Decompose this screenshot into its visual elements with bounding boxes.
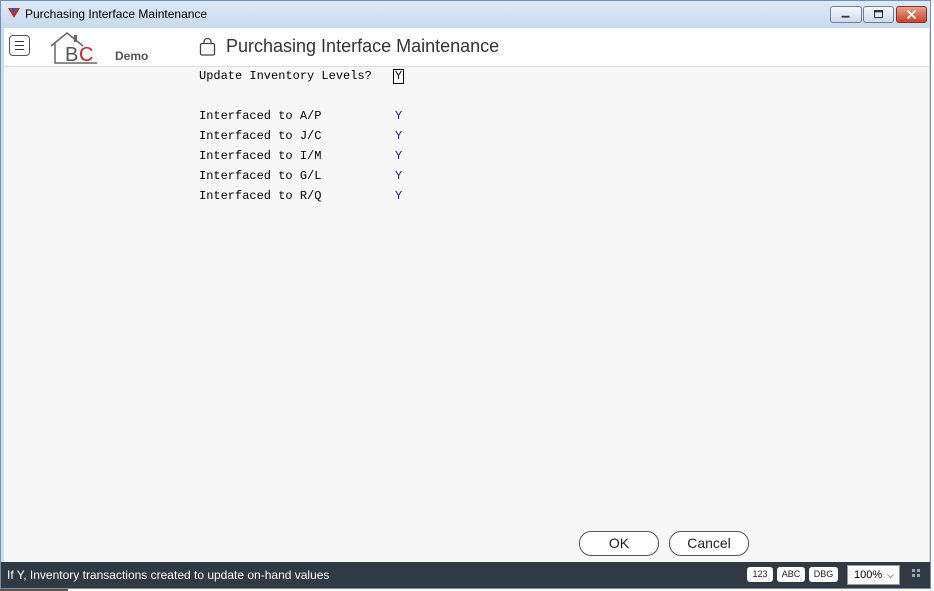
company-logo: B C <box>50 32 97 64</box>
menu-button[interactable] <box>9 35 30 56</box>
minimize-icon <box>841 15 850 18</box>
interface-label-im: Interfaced to I/M <box>199 149 322 163</box>
interface-label-rq: Interfaced to R/Q <box>199 189 322 203</box>
numeric-mode-chip[interactable]: 123 <box>747 567 773 582</box>
alpha-mode-chip[interactable]: ABC <box>777 567 805 582</box>
zoom-value: 100% <box>854 569 883 581</box>
cancel-button[interactable]: Cancel <box>669 531 749 556</box>
logo-subtitle: Demo <box>115 49 149 63</box>
interface-value-gl[interactable]: Y <box>395 169 402 183</box>
maximize-button[interactable] <box>863 6 894 23</box>
interface-value-ap[interactable]: Y <box>395 109 402 123</box>
interface-label-gl: Interfaced to G/L <box>199 169 322 183</box>
app-logo-icon <box>8 8 20 18</box>
svg-text:C: C <box>79 44 93 64</box>
status-message: If Y, Inventory transactions created to … <box>7 568 330 582</box>
close-icon <box>906 9 917 20</box>
page-title: Purchasing Interface Maintenance <box>226 36 500 56</box>
update-inventory-input[interactable]: Y <box>393 69 404 84</box>
minimize-button[interactable] <box>830 6 862 23</box>
title-bar[interactable]: Purchasing Interface Maintenance <box>1 1 930 28</box>
chevron-down-icon: ⌵ <box>887 570 894 580</box>
interface-value-jc[interactable]: Y <box>395 129 402 143</box>
ok-button[interactable]: OK <box>579 531 659 556</box>
resize-grip-icon[interactable] <box>911 568 921 578</box>
update-inventory-label: Update Inventory Levels? <box>199 69 372 83</box>
debug-mode-chip[interactable]: DBG <box>809 567 838 582</box>
window-title: Purchasing Interface Maintenance <box>25 7 208 21</box>
client-area: B C Demo Purchasing Interface Maintenanc… <box>4 28 929 562</box>
close-button[interactable] <box>896 6 927 23</box>
svg-text:B: B <box>65 44 78 64</box>
interface-label-jc: Interfaced to J/C <box>199 129 322 143</box>
shopping-bag-icon <box>199 38 216 56</box>
interface-label-ap: Interfaced to A/P <box>199 109 322 123</box>
zoom-select[interactable]: 100% ⌵ <box>847 565 900 585</box>
status-bar: If Y, Inventory transactions created to … <box>1 562 930 588</box>
interface-value-rq[interactable]: Y <box>395 189 402 203</box>
maximize-icon <box>874 10 883 19</box>
app-window: Purchasing Interface Maintenance B C Dem… <box>0 0 931 589</box>
app-header: B C Demo Purchasing Interface Maintenanc… <box>4 28 929 67</box>
interface-value-im[interactable]: Y <box>395 149 402 163</box>
